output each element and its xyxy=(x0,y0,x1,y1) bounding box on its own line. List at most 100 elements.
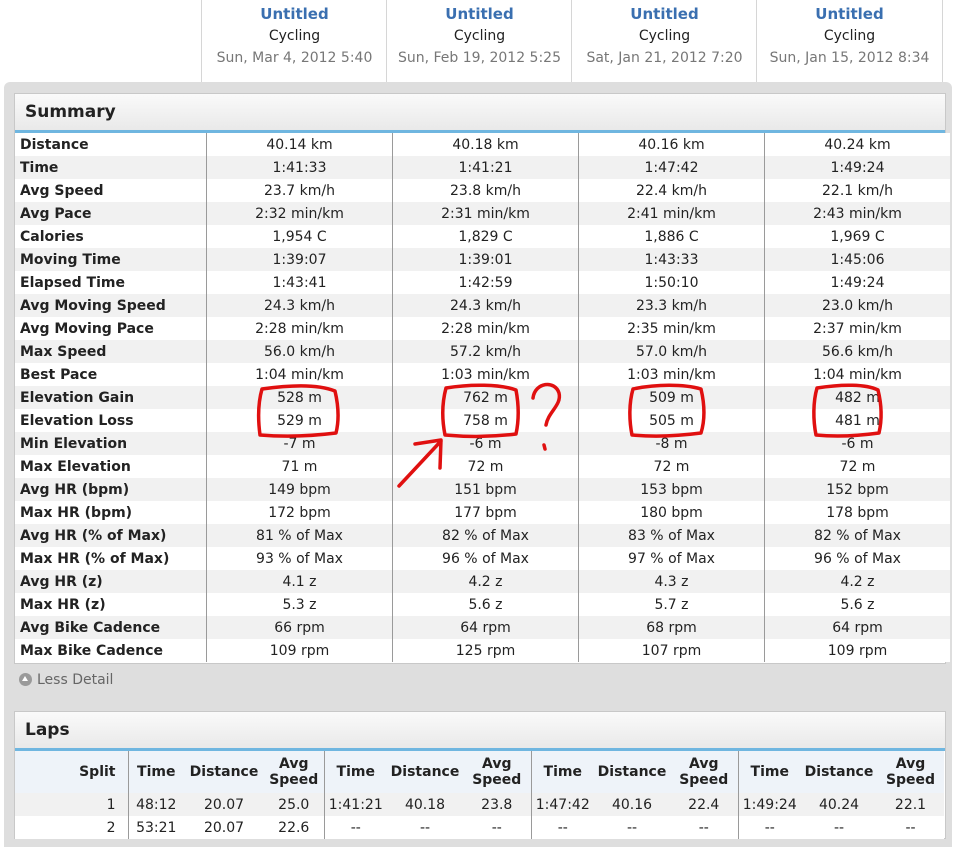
activity-column-3: Untitled Cycling Sat, Jan 21, 2012 7:20 xyxy=(571,0,757,82)
activity-column-2: Untitled Cycling Sun, Feb 19, 2012 5:25 xyxy=(386,0,572,82)
activity-title-link[interactable]: Untitled xyxy=(202,5,387,23)
summary-value: 5.6 z xyxy=(764,593,950,616)
summary-value: -7 m xyxy=(206,432,393,455)
summary-value: 40.24 km xyxy=(764,133,950,156)
summary-row: Max Speed 56.0 km/h 57.2 km/h 57.0 km/h 56.6… xyxy=(15,340,950,363)
summary-value: 2:37 min/km xyxy=(764,317,950,340)
summary-value: 5.3 z xyxy=(206,593,393,616)
lap-row: 2 53:21 20.07 22.6 -- -- -- -- -- -- -- -- -- xyxy=(15,816,944,839)
summary-panel: Summary Distance 40.14 km 40.18 km 40.16 km… xyxy=(14,93,950,664)
activity-date: Sun, Feb 19, 2012 5:25 xyxy=(397,50,561,66)
laps-column-header: Time xyxy=(127,751,184,793)
summary-row: Elapsed Time 1:43:41 1:42:59 1:50:10 1:49:24 xyxy=(15,271,950,294)
lap-value: -- xyxy=(530,816,594,839)
summary-value: 72 m xyxy=(578,455,765,478)
summary-value: 23.3 km/h xyxy=(578,294,765,317)
summary-row: Best Pace 1:04 min/km 1:03 min/km 1:03 min/… xyxy=(15,363,950,386)
activity-title-link[interactable]: Untitled xyxy=(757,5,942,23)
summary-row-label: Best Pace xyxy=(15,363,207,386)
activity-sport: Cycling xyxy=(268,28,321,44)
summary-row: Avg HR (z) 4.1 z 4.2 z 4.3 z 4.2 z xyxy=(15,570,950,593)
summary-value: 1:49:24 xyxy=(764,156,950,179)
summary-value: 1:43:33 xyxy=(578,248,765,271)
summary-value: 2:32 min/km xyxy=(206,202,393,225)
summary-value: 151 bpm xyxy=(392,478,579,501)
laps-column-header: Avg Speed xyxy=(670,751,738,793)
summary-row-label: Min Elevation xyxy=(15,432,207,455)
summary-value: 177 bpm xyxy=(392,501,579,524)
collapse-up-icon xyxy=(19,673,32,686)
summary-value: -6 m xyxy=(392,432,579,455)
less-detail-link[interactable]: Less Detail xyxy=(19,672,113,688)
summary-value: 172 bpm xyxy=(206,501,393,524)
summary-value: 758 m xyxy=(392,409,579,432)
summary-value: 125 rpm xyxy=(392,639,579,662)
summary-row: Min Elevation -7 m -6 m -8 m -6 m xyxy=(15,432,950,455)
summary-value: 56.6 km/h xyxy=(764,340,950,363)
summary-value: 1:03 min/km xyxy=(578,363,765,386)
summary-title: Summary xyxy=(25,102,116,122)
activity-title-link[interactable]: Untitled xyxy=(572,5,757,23)
summary-row-label: Avg Moving Pace xyxy=(15,317,207,340)
summary-value: 64 rpm xyxy=(392,616,579,639)
summary-row: Elevation Gain 528 m 762 m 509 m 482 m xyxy=(15,386,950,409)
lap-value: 25.0 xyxy=(264,793,324,816)
summary-value: 1,954 C xyxy=(206,225,393,248)
laps-column-header: Distance xyxy=(387,751,463,793)
summary-value: 1:41:21 xyxy=(392,156,579,179)
summary-value: 2:41 min/km xyxy=(578,202,765,225)
summary-value: 1,969 C xyxy=(764,225,950,248)
summary-value: 1:03 min/km xyxy=(392,363,579,386)
summary-row: Elevation Loss 529 m 758 m 505 m 481 m xyxy=(15,409,950,432)
summary-value: 82 % of Max xyxy=(392,524,579,547)
summary-value: 505 m xyxy=(578,409,765,432)
laps-split-header: Split xyxy=(15,751,128,793)
lap-value: -- xyxy=(877,816,944,839)
summary-value: 178 bpm xyxy=(764,501,950,524)
summary-row: Max HR (% of Max) 93 % of Max 96 % of Max 9… xyxy=(15,547,950,570)
summary-value: -6 m xyxy=(764,432,950,455)
summary-value: 180 bpm xyxy=(578,501,765,524)
activity-sport: Cycling xyxy=(823,28,876,44)
summary-row: Calories 1,954 C 1,829 C 1,886 C 1,969 C xyxy=(15,225,950,248)
summary-row: Avg Speed 23.7 km/h 23.8 km/h 22.4 km/h 22.1… xyxy=(15,179,950,202)
summary-row-label: Max Elevation xyxy=(15,455,207,478)
summary-value: 96 % of Max xyxy=(764,547,950,570)
summary-value: 40.16 km xyxy=(578,133,765,156)
summary-value: 509 m xyxy=(578,386,765,409)
summary-value: 24.3 km/h xyxy=(206,294,393,317)
summary-row: Avg Moving Pace 2:28 min/km 2:28 min/km 2:3… xyxy=(15,317,950,340)
lap-value: 22.6 xyxy=(264,816,324,839)
summary-row-label: Avg Moving Speed xyxy=(15,294,207,317)
summary-value: 1:49:24 xyxy=(764,271,950,294)
lap-value: 40.16 xyxy=(594,793,670,816)
summary-value: 56.0 km/h xyxy=(206,340,393,363)
summary-table: Distance 40.14 km 40.18 km 40.16 km 40.24 km… xyxy=(15,133,950,662)
summary-row-label: Avg HR (z) xyxy=(15,570,207,593)
activity-date: Sun, Jan 15, 2012 8:34 xyxy=(769,50,930,66)
summary-value: 83 % of Max xyxy=(578,524,765,547)
summary-value: 22.4 km/h xyxy=(578,179,765,202)
summary-value: 2:35 min/km xyxy=(578,317,765,340)
summary-value: 529 m xyxy=(206,409,393,432)
summary-row-label: Avg HR (bpm) xyxy=(15,478,207,501)
summary-value: 1:45:06 xyxy=(764,248,950,271)
activity-sport: Cycling xyxy=(638,28,691,44)
laps-column-header: Avg Speed xyxy=(463,751,531,793)
summary-value: 2:28 min/km xyxy=(206,317,393,340)
lap-value: 1:47:42 xyxy=(530,793,594,816)
summary-row: Max Elevation 71 m 72 m 72 m 72 m xyxy=(15,455,950,478)
summary-value: 1:50:10 xyxy=(578,271,765,294)
summary-value: 81 % of Max xyxy=(206,524,393,547)
summary-value: 24.3 km/h xyxy=(392,294,579,317)
summary-row-label: Distance xyxy=(15,133,207,156)
summary-row-label: Avg HR (% of Max) xyxy=(15,524,207,547)
laps-title: Laps xyxy=(25,720,70,740)
summary-row-label: Max HR (% of Max) xyxy=(15,547,207,570)
activity-title-link[interactable]: Untitled xyxy=(387,5,572,23)
summary-row: Distance 40.14 km 40.18 km 40.16 km 40.24 km xyxy=(15,133,950,156)
summary-value: 2:31 min/km xyxy=(392,202,579,225)
summary-row-label: Elapsed Time xyxy=(15,271,207,294)
summary-value: -8 m xyxy=(578,432,765,455)
laps-column-header: Time xyxy=(530,751,594,793)
